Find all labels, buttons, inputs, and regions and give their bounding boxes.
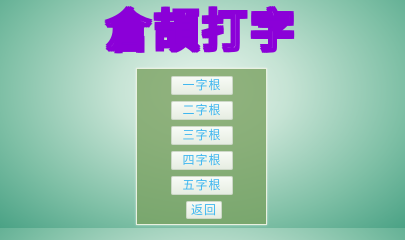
four-root-button[interactable]: 四字根 [171, 151, 233, 170]
one-root-button[interactable]: 一字根 [171, 76, 233, 95]
back-button[interactable]: 返回 [186, 201, 222, 219]
three-root-button[interactable]: 三字根 [171, 126, 233, 145]
game-title: 倉頡打字 [106, 5, 299, 58]
two-root-button[interactable]: 二字根 [171, 101, 233, 120]
five-root-button[interactable]: 五字根 [171, 176, 233, 195]
level-menu-panel: 一字根 二字根 三字根 四字根 五字根 返回 [136, 68, 267, 225]
